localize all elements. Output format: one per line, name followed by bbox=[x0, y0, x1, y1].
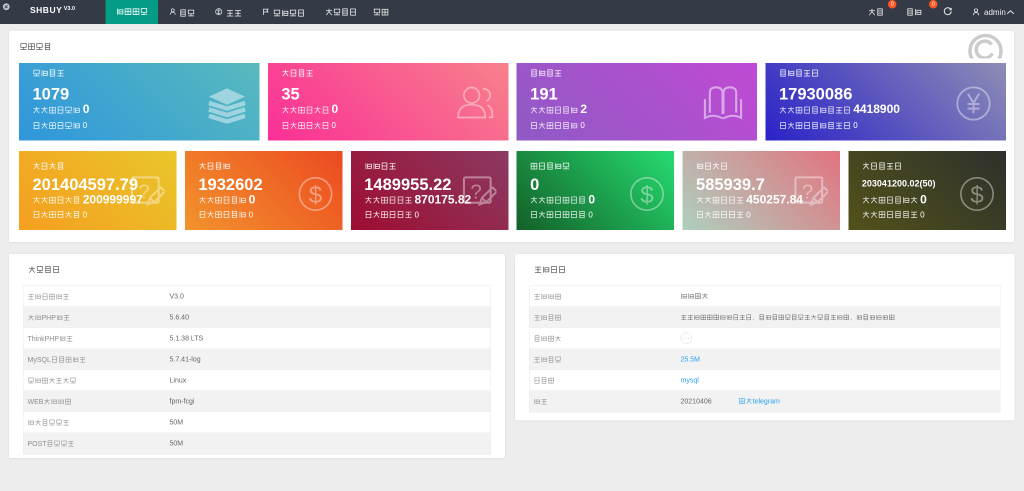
svg-text:$: $ bbox=[309, 182, 323, 209]
svg-text:$: $ bbox=[640, 182, 654, 209]
svg-text:?: ? bbox=[802, 181, 813, 203]
svg-text:$: $ bbox=[970, 182, 984, 209]
svg-text:?: ? bbox=[470, 181, 481, 203]
svg-text:?: ? bbox=[138, 181, 149, 203]
